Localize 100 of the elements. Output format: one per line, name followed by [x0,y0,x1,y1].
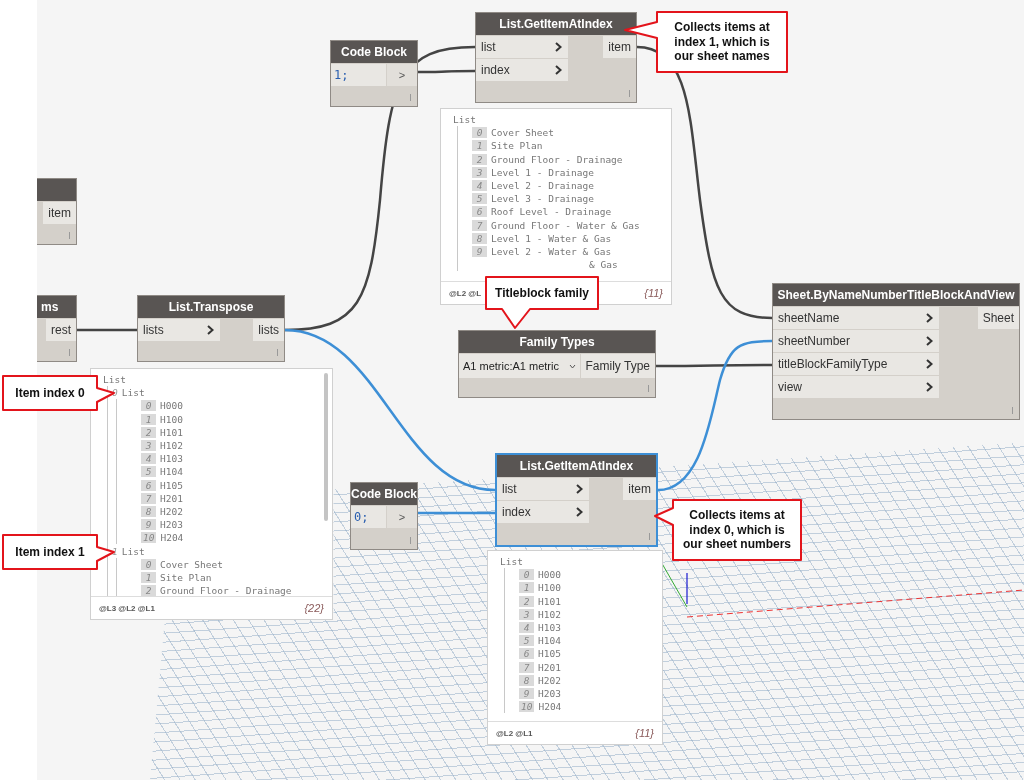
input-port[interactable]: lists [138,319,220,341]
chevron-icon [926,382,933,392]
chevron-icon [926,359,933,369]
list-item-text: & Gas [589,259,618,271]
output-port[interactable]: item [623,478,656,500]
index-label: 9 [519,687,534,699]
chevron-icon [926,336,933,346]
list-item-text: H000 [538,569,561,581]
list-item-text: H105 [538,648,561,660]
index-label: 10 [141,532,157,544]
index-label: 5 [472,193,487,205]
node[interactable]: List.GetItemAtIndex list index item [475,12,637,103]
node[interactable]: Code Block 1; > [330,40,418,107]
list-item-text: H103 [538,622,561,634]
index-label: 6 [519,648,534,660]
index-label: 4 [519,622,534,634]
input-port[interactable]: titleBlockFamilyType [773,353,939,375]
output-port[interactable]: item [603,36,636,58]
level-labels: @L2 @L [449,288,482,298]
list-item-text: Cover Sheet [491,127,554,139]
index-label: 0 [141,558,156,570]
output-port[interactable]: lists [253,319,284,341]
list-item-text: H203 [538,687,561,699]
node-header: Code Block [331,41,417,63]
list-item-text: Cover Sheet [160,558,223,570]
list-item-text: Level 2 - Drainage [491,180,594,192]
caret-icon [568,363,576,369]
index-label: 1 [472,140,487,152]
output-port[interactable]: item [43,202,76,224]
list-title: List [500,556,523,568]
list-item-text: H105 [160,479,183,491]
dropdown[interactable]: A1 metric:A1 metric [459,354,580,378]
index-label: 6 [141,479,156,491]
chevron-icon [576,484,583,494]
output-port[interactable]: rest [46,319,76,341]
list-item-text: Level 1 - Drainage [491,166,594,178]
list-item-text: Ground Floor - Water & Gas [491,219,640,231]
node-header: List.GetItemAtIndex [497,455,656,477]
list-item-text: H201 [160,492,183,504]
index-label: 0 [519,569,534,581]
output-port[interactable]: Family Type [580,354,655,378]
node-header: List.Transpose [138,296,284,318]
input-port[interactable]: view [773,376,939,398]
code-field[interactable]: 0; [351,506,386,528]
index-label: 8 [141,505,156,517]
list-item-text: H101 [160,426,183,438]
node[interactable]: Code Block 0; > [350,482,418,550]
list-item-text: Level 1 - Water & Gas [491,232,612,244]
chevron-icon [555,65,562,75]
list-item-text: Ground Floor - Drainage [491,153,623,165]
index-label: 1 [519,582,534,594]
index-label: 2 [141,426,156,438]
index-label: 7 [472,219,487,231]
node-header: Code Block [351,483,417,505]
list-title: List [453,114,476,126]
input-port[interactable]: sheetName [773,307,939,329]
index-label: 5 [519,635,534,647]
list-item-text: Roof Level - Drainage [491,206,612,218]
wire [77,328,137,332]
list-title: List [103,374,126,386]
list-item-text: Level 3 - Drainage [491,193,594,205]
list-item-text: H100 [538,582,561,594]
node[interactable]: ms rest [37,295,77,362]
node[interactable]: Sheet.ByNameNumberTitleBlockAndView sheetName sheetNumber titleBlockFamilyType view Sheet [772,283,1020,420]
node-header: List.GetItemAtIndex [476,13,636,35]
node[interactable]: List.GetItemAtIndex list index item [495,453,658,547]
output-port[interactable]: Sheet [977,307,1019,329]
callout: Titleblock family [484,275,600,330]
index-label: 2 [141,585,156,596]
input-port[interactable]: index [497,501,589,523]
chevron-icon [207,325,214,335]
item-count: {11} [635,727,654,739]
list-item-text: List [121,545,145,557]
index-label: 9 [472,245,487,257]
output-port[interactable]: > [387,506,417,528]
output-port[interactable]: > [387,64,417,86]
index-label: 9 [141,519,156,531]
input-port[interactable]: index [476,59,568,81]
node[interactable]: item [37,178,77,245]
index-label: 1 [141,413,156,425]
list-item-text: H104 [160,466,183,478]
index-label: 5 [141,466,156,478]
input-port[interactable]: list [476,36,568,58]
list-item-text: H000 [160,400,183,412]
input-port[interactable]: sheetNumber [773,330,939,352]
list-item-text: H202 [160,505,183,517]
list-item-text: H203 [160,519,183,531]
index-label: 3 [519,608,534,620]
index-label: 8 [472,232,487,244]
level-labels: @L3 @L2 @L1 [99,603,155,613]
node[interactable]: Family Types A1 metric:A1 metric Family Type [458,330,656,398]
node[interactable]: List.Transpose lists lists [137,295,285,362]
index-label: 8 [519,674,534,686]
input-port[interactable]: list [497,478,589,500]
code-field[interactable]: 1; [331,64,386,86]
scrollbar[interactable] [324,373,328,521]
list-item-text: H204 [538,701,562,713]
index-label: 2 [519,595,534,607]
index-label: 3 [141,440,156,452]
chevron-icon [576,507,583,517]
